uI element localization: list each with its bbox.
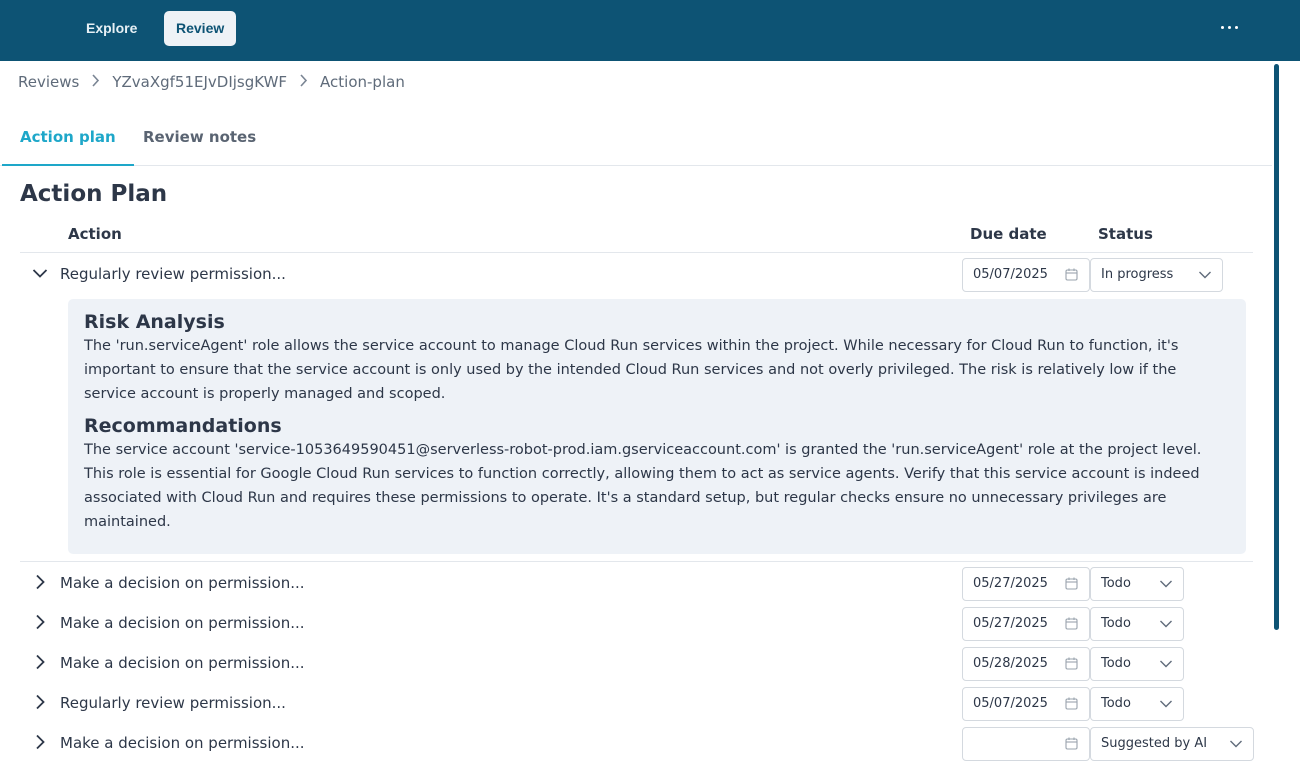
nav-review-button[interactable]: Review — [164, 11, 237, 46]
chevron-down-icon — [1230, 740, 1242, 748]
due-date-field[interactable]: 05/27/2025 — [962, 607, 1090, 641]
chevron-right-icon[interactable] — [32, 614, 48, 630]
recommendations-heading: Recommandations — [84, 415, 282, 437]
action-label[interactable]: Regularly review permission... — [60, 694, 286, 712]
chevron-right-icon — [91, 73, 100, 91]
action-row: Regularly review permission... 05/07/202… — [20, 255, 1253, 295]
chevron-down-icon[interactable] — [32, 265, 48, 281]
due-date-value: 05/28/2025 — [973, 656, 1048, 671]
action-label[interactable]: Make a decision on permission... — [60, 654, 305, 672]
status-select[interactable]: Todo — [1090, 687, 1184, 721]
due-date-value: 05/27/2025 — [973, 576, 1048, 591]
chevron-right-icon — [299, 73, 308, 91]
column-header-status: Status — [1098, 225, 1153, 243]
action-row: Make a decision on permission... Suggest… — [20, 724, 1254, 764]
chevron-down-icon — [1160, 580, 1172, 588]
action-label[interactable]: Regularly review permission... — [60, 265, 286, 283]
calendar-icon — [1065, 737, 1078, 750]
due-date-field[interactable]: 05/07/2025 — [962, 258, 1090, 292]
due-date-field[interactable]: 05/27/2025 — [962, 567, 1090, 601]
column-header-action: Action — [68, 225, 122, 243]
status-value: Todo — [1101, 616, 1131, 631]
status-select[interactable]: Todo — [1090, 567, 1184, 601]
chevron-down-icon — [1160, 700, 1172, 708]
breadcrumb-review-id-link[interactable]: YZvaXgf51EJvDIjsgKWF — [112, 73, 287, 91]
more-options-icon[interactable] — [1218, 18, 1242, 38]
table-header: Action Due date Status — [20, 222, 1253, 253]
status-select[interactable]: Todo — [1090, 607, 1184, 641]
breadcrumb-reviews-link[interactable]: Reviews — [18, 73, 79, 91]
risk-analysis-heading: Risk Analysis — [84, 311, 225, 333]
page-scrollbar[interactable] — [1274, 64, 1279, 630]
action-detail-panel: Risk Analysis The 'run.serviceAgent' rol… — [68, 299, 1246, 554]
recommendations-text: The service account 'service-10536495904… — [84, 442, 1202, 530]
chevron-right-icon[interactable] — [32, 654, 48, 670]
chevron-down-icon — [1199, 271, 1211, 279]
action-row: Make a decision on permission... 05/27/2… — [20, 564, 1253, 604]
chevron-down-icon — [1160, 620, 1172, 628]
due-date-field[interactable] — [962, 727, 1090, 761]
status-select[interactable]: In progress — [1090, 258, 1223, 292]
due-date-value: 05/27/2025 — [973, 616, 1048, 631]
row-divider — [20, 561, 1253, 562]
status-value: Todo — [1101, 576, 1131, 591]
due-date-value: 05/07/2025 — [973, 696, 1048, 711]
nav-explore-button[interactable]: Explore — [74, 11, 149, 46]
breadcrumb-current: Action-plan — [320, 73, 405, 91]
action-label[interactable]: Make a decision on permission... — [60, 574, 305, 592]
due-date-value: 05/07/2025 — [973, 267, 1048, 282]
chevron-right-icon[interactable] — [32, 694, 48, 710]
status-value: Todo — [1101, 696, 1131, 711]
calendar-icon — [1065, 617, 1078, 630]
calendar-icon — [1065, 577, 1078, 590]
due-date-field[interactable]: 05/07/2025 — [962, 687, 1090, 721]
tab-bar: Action plan Review notes — [0, 112, 1272, 166]
chevron-right-icon[interactable] — [32, 574, 48, 590]
calendar-icon — [1065, 697, 1078, 710]
status-value: Suggested by AI — [1101, 736, 1208, 751]
page-title: Action Plan — [20, 181, 168, 207]
calendar-icon — [1065, 657, 1078, 670]
status-value: Todo — [1101, 656, 1131, 671]
tab-review-notes[interactable]: Review notes — [125, 112, 274, 166]
chevron-right-icon[interactable] — [32, 734, 48, 750]
status-value: In progress — [1101, 267, 1174, 282]
calendar-icon — [1065, 268, 1078, 281]
due-date-field[interactable]: 05/28/2025 — [962, 647, 1090, 681]
column-header-due-date: Due date — [970, 225, 1047, 243]
chevron-down-icon — [1160, 660, 1172, 668]
action-row: Regularly review permission... 05/07/202… — [20, 684, 1253, 724]
action-label[interactable]: Make a decision on permission... — [60, 734, 305, 752]
action-row: Make a decision on permission... 05/28/2… — [20, 644, 1253, 684]
breadcrumb: Reviews YZvaXgf51EJvDIjsgKWF Action-plan — [18, 71, 405, 93]
top-bar: Explore Review — [0, 0, 1300, 61]
status-select[interactable]: Todo — [1090, 647, 1184, 681]
status-select[interactable]: Suggested by AI — [1090, 727, 1254, 761]
action-label[interactable]: Make a decision on permission... — [60, 614, 305, 632]
tab-action-plan[interactable]: Action plan — [2, 112, 134, 166]
action-row: Make a decision on permission... 05/27/2… — [20, 604, 1253, 644]
risk-analysis-text: The 'run.serviceAgent' role allows the s… — [84, 338, 1179, 402]
